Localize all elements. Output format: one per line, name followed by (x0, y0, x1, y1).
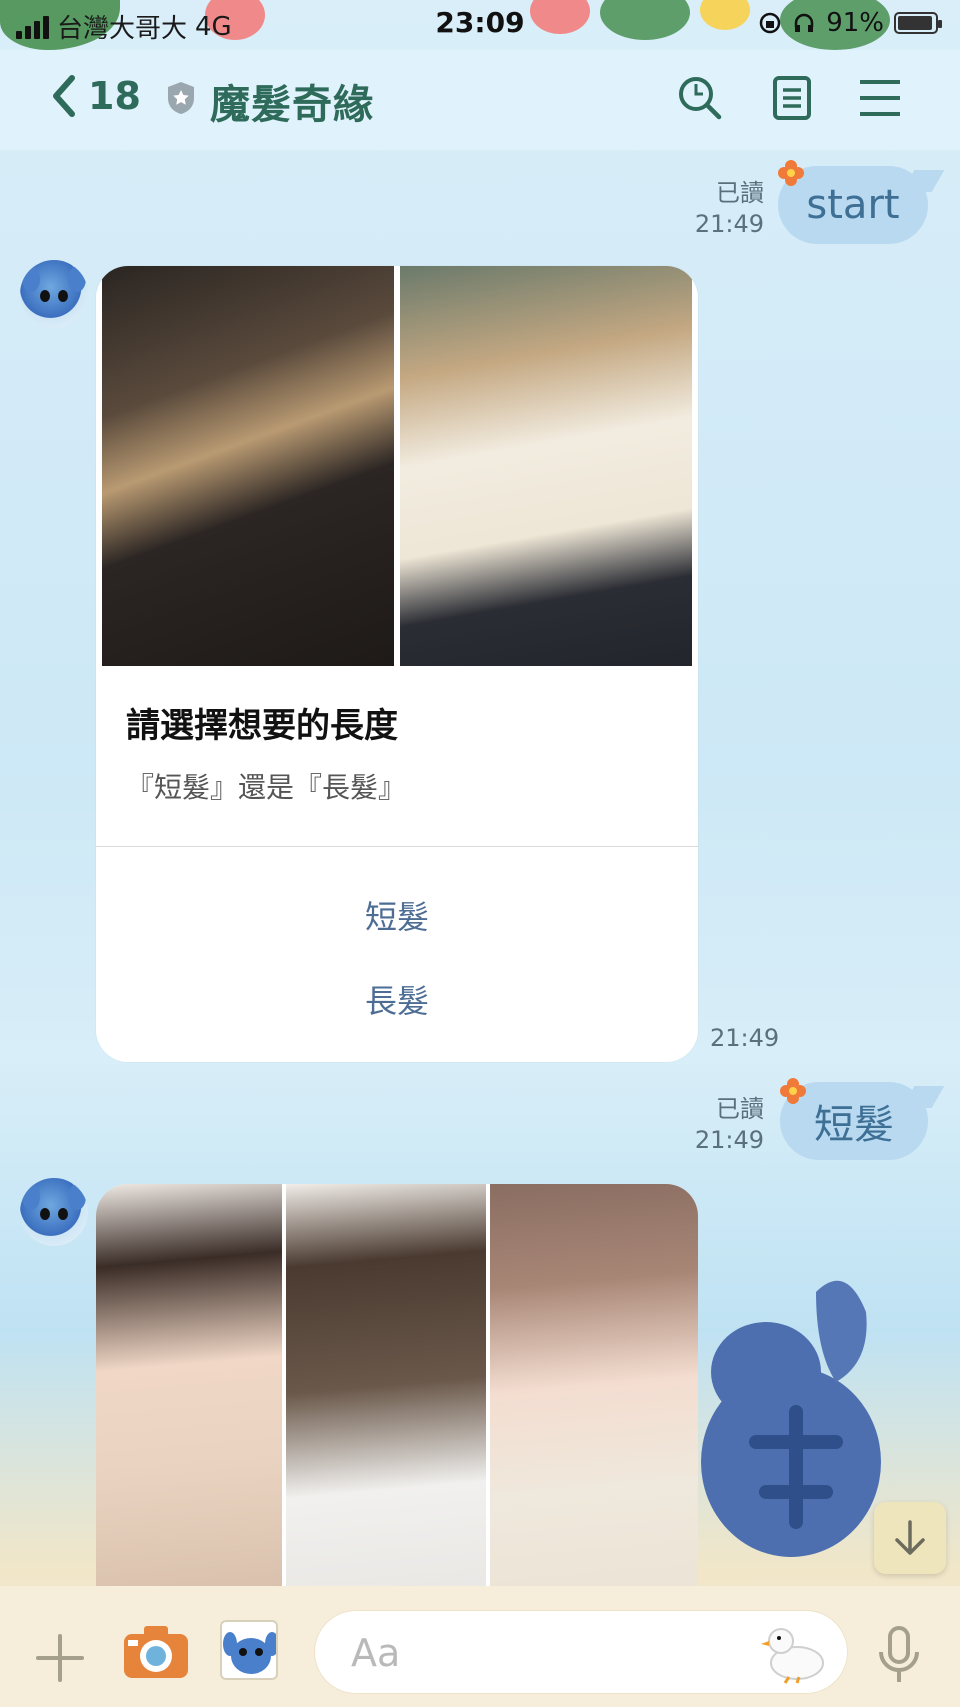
flower-icon (778, 160, 804, 186)
flower-icon (780, 1078, 806, 1104)
short-hair-button[interactable]: 短髮 (96, 892, 698, 938)
read-receipt: 已讀 21:49 (695, 1094, 764, 1156)
battery-icon (894, 12, 942, 34)
option-card: 請選擇想要的長度 『短髮』還是『長髮』 短髮 長髮 (96, 266, 698, 1062)
message-time: 21:49 (694, 210, 764, 238)
divider (96, 846, 698, 847)
bob-hair-photo-1 (96, 1184, 282, 1586)
chat-header: 18 魔髮奇緣 (0, 50, 960, 150)
menu-icon[interactable] (856, 74, 904, 122)
composer-bar: Aa (0, 1586, 960, 1707)
read-receipt: 已讀 21:49 (695, 178, 764, 240)
shield-icon (168, 82, 194, 114)
plus-icon[interactable] (34, 1632, 86, 1684)
camera-icon[interactable] (122, 1622, 190, 1682)
stitch-sticker-icon (223, 1632, 276, 1674)
read-label: 已讀 (716, 1095, 764, 1123)
battery-percent: 91% (826, 8, 884, 38)
chat-title: 魔髮奇緣 (210, 82, 374, 128)
notes-icon[interactable] (768, 74, 816, 122)
chevron-left-icon (53, 75, 75, 117)
message-time: 21:49 (694, 1126, 764, 1154)
rotation-lock-icon (759, 12, 781, 34)
short-hair-card[interactable] (96, 1184, 698, 1586)
bob-hair-photo-2 (286, 1184, 486, 1586)
back-button[interactable]: 18 (48, 72, 141, 120)
sticker-button[interactable] (220, 1620, 278, 1680)
arrow-down-icon (895, 1520, 925, 1555)
message-input[interactable]: Aa (314, 1610, 848, 1694)
bot-avatar[interactable] (20, 260, 88, 328)
message-time: 21:49 (710, 1024, 780, 1052)
status-right: 91% (758, 8, 942, 38)
bob-hair-photo-3 (490, 1184, 698, 1586)
search-icon[interactable] (676, 74, 724, 122)
input-placeholder: Aa (351, 1631, 401, 1675)
status-bar: 台灣大哥大 4G 23:09 91% (0, 0, 960, 50)
card-subtitle: 『短髮』還是『長髮』 (126, 771, 407, 804)
microphone-icon[interactable] (876, 1624, 922, 1686)
scroll-down-button[interactable] (874, 1502, 946, 1574)
duck-icon[interactable] (759, 1617, 829, 1687)
unread-count: 18 (88, 74, 141, 118)
long-hair-photo (102, 266, 394, 666)
bot-avatar[interactable] (20, 1178, 88, 1246)
long-hair-button[interactable]: 長髮 (96, 976, 698, 1022)
headphones-icon (794, 13, 814, 32)
card-title: 請選擇想要的長度 (126, 706, 398, 746)
medium-hair-photo (400, 266, 692, 666)
read-label: 已讀 (716, 179, 764, 207)
